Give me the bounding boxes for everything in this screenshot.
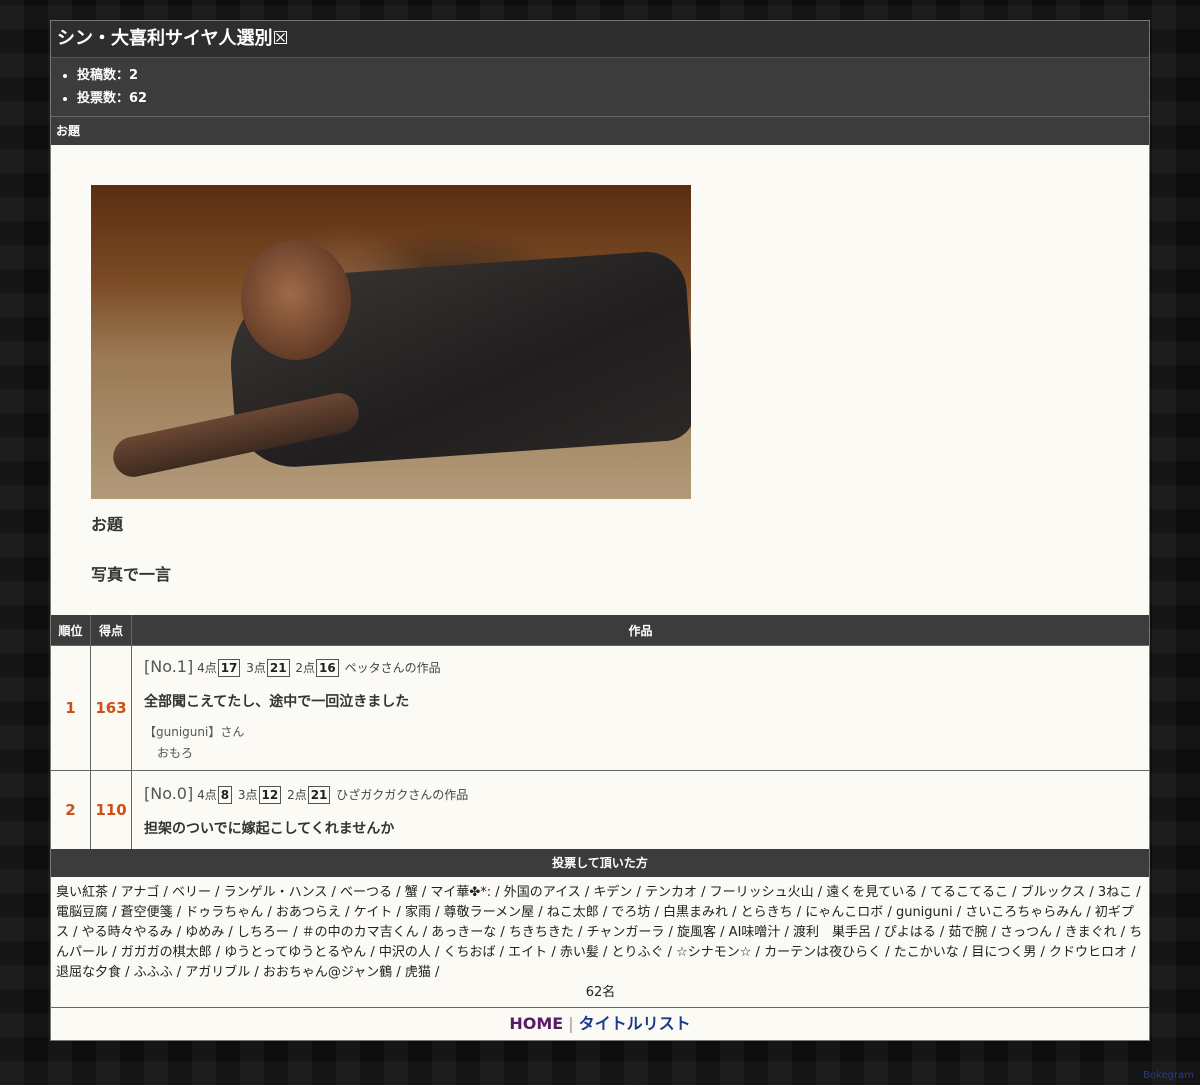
odai-photo [91,185,691,499]
odai-text: 写真で一言 [91,565,172,584]
rank-cell: 1 [51,645,91,771]
points-4-label: 4点 [197,661,217,675]
footer-nav: HOME | タイトルリスト [51,1008,1149,1040]
page-title: シン・大喜利サイヤ人選別☒ [51,21,1149,58]
col-rank: 順位 [51,615,91,646]
work-cell: [No.0] 4点 8 3点 12 2点 21 ひざガクガクさんの作品 担架のついでに… [131,770,1149,849]
credit-link[interactable]: Bokegram [1143,1070,1194,1081]
points-2-label: 2点 [295,661,316,675]
stats-panel: 投稿数：2 投票数：62 [51,58,1149,117]
entry-text: 全部聞こえてたし、途中で一回泣きました [144,694,410,710]
odai-area: お題 写真で一言 [51,145,1149,615]
voters-count: 62名 [585,984,616,1000]
points-3-count: 12 [258,785,282,804]
rank-cell: 2 [51,770,91,849]
points-4-label: 4点 [197,787,217,802]
score-cell: 163 [90,645,132,771]
table-row: 1 163 [No.1] 4点 17 3点 21 2点 16 ペッタさんの作品 全部聞… [51,645,1149,771]
odai-section-heading: お題 [51,117,1149,145]
points-2-count: 16 [316,659,339,677]
photo-figure-head [241,240,351,360]
col-work: 作品 [131,615,1149,646]
post-count: 投稿数：2 [77,64,1149,87]
entry-author: ひざガクガクさんの作品 [336,787,469,802]
entry-number: [No.0] [144,783,194,803]
table-row: 2 110 [No.0] 4点 8 3点 12 2点 21 ひざガクガクさんの作品 担… [51,770,1149,849]
points-2-count: 21 [307,785,331,804]
main-frame: シン・大喜利サイヤ人選別☒ 投稿数：2 投票数：62 お題 お題 写真で一言 順… [50,20,1150,1041]
nav-separator: | [568,1013,574,1033]
entry-number: [No.1] [144,657,194,676]
odai-label: お題 [91,515,124,534]
entry-author: ペッタさんの作品 [344,661,441,675]
comment-text: おもろ [157,746,194,760]
col-score: 得点 [90,615,132,646]
vote-count: 投票数：62 [77,87,1149,110]
home-link[interactable]: HOME [509,1014,563,1033]
voters-names: 臭い紅茶 / アナゴ / ベリー / ランゲル・ハンス / べーつる / 蟹 /… [56,884,1143,980]
points-2-label: 2点 [287,787,307,802]
points-3-label: 3点 [246,661,266,675]
comment-user: 【guniguni】さん [144,725,245,739]
results-table: 順位 得点 作品 1 163 [No.1] 4点 17 3点 21 2点 16 ペッタ… [51,615,1149,849]
voters-heading: 投票して頂いた方 [51,848,1149,877]
results-header-row: 順位 得点 作品 [51,615,1149,646]
voters-list: 臭い紅茶 / アナゴ / ベリー / ランゲル・ハンス / べーつる / 蟹 /… [51,877,1149,1008]
points-3-count: 21 [266,659,290,677]
points-3-label: 3点 [237,787,258,802]
entry-text: 担架のついでに嫁起こしてくれませんか [144,820,395,837]
entry-meta: [No.1] 4点 17 3点 21 2点 16 ペッタさんの作品 [144,657,1148,677]
points-4-count: 8 [217,785,233,804]
title-list-link[interactable]: タイトルリスト [579,1014,691,1033]
score-cell: 110 [90,770,132,849]
work-cell: [No.1] 4点 17 3点 21 2点 16 ペッタさんの作品 全部聞こえてたし、… [131,645,1149,771]
points-4-count: 17 [217,659,241,677]
entry-meta: [No.0] 4点 8 3点 12 2点 21 ひざガクガクさんの作品 [144,784,1148,804]
